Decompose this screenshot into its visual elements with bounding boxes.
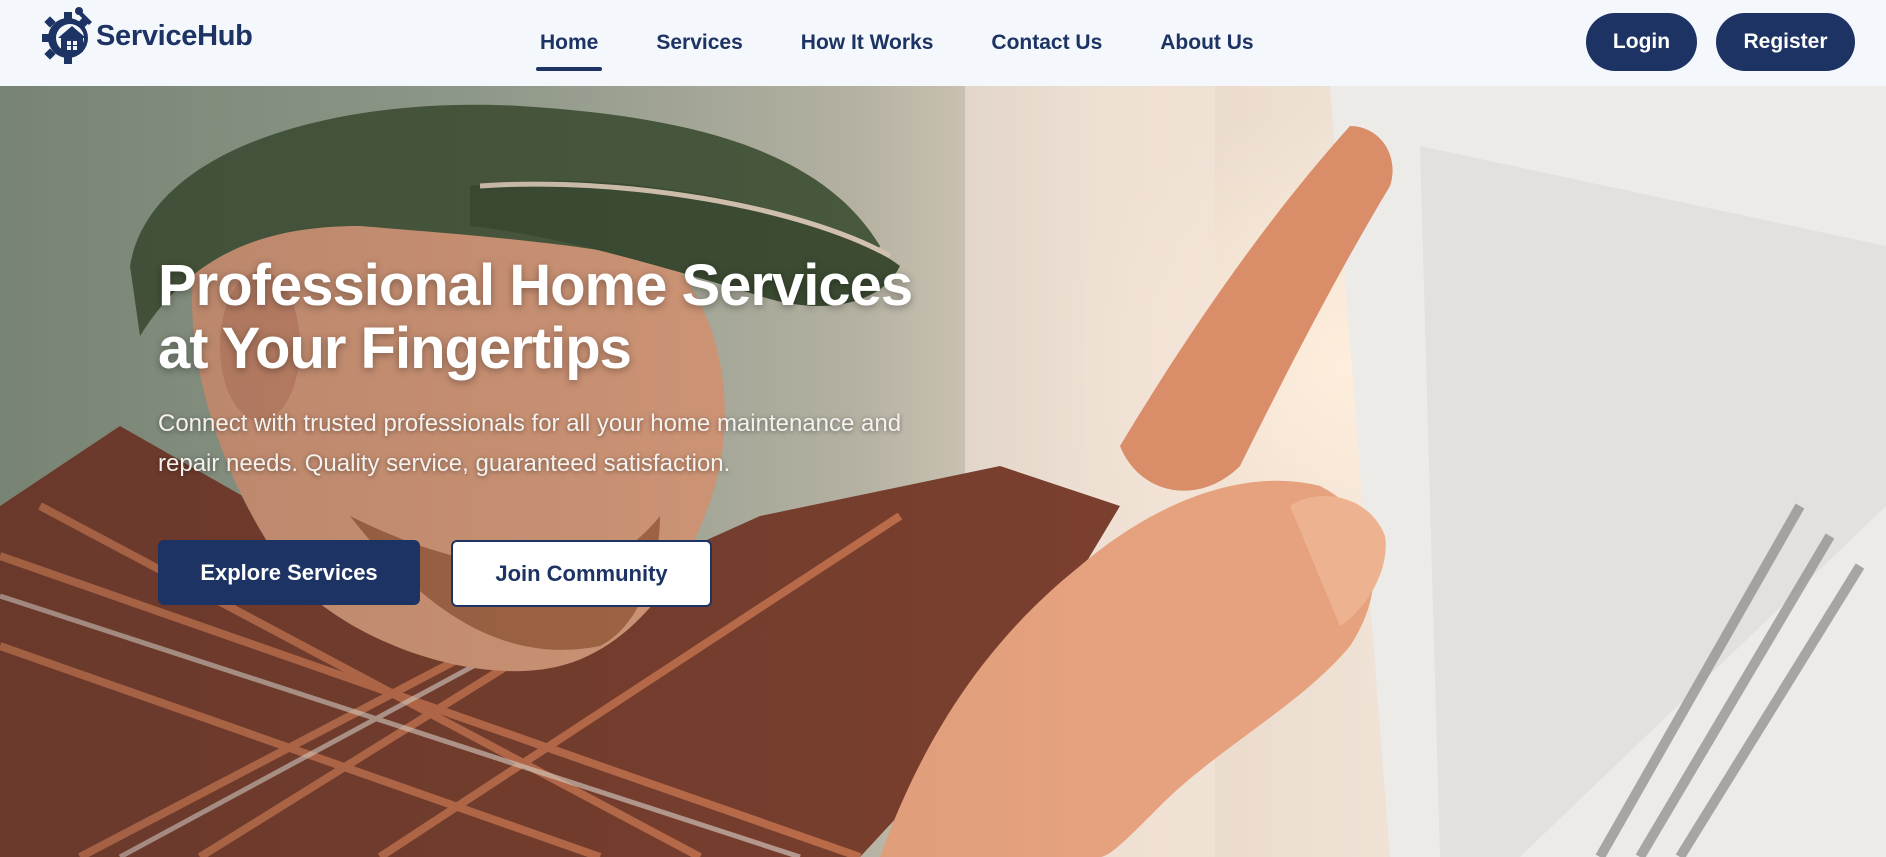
explore-services-button[interactable]: Explore Services	[158, 540, 420, 605]
brand-name: ServiceHub	[96, 19, 253, 52]
hero-subtitle-line2: repair needs. Quality service, guarantee…	[158, 450, 731, 477]
main-nav: Home Services How It Works Contact Us Ab…	[535, 0, 1312, 86]
brand-logo[interactable]: ServiceHub	[40, 6, 253, 66]
hero-subtitle: Connect with trusted professionals for a…	[158, 404, 1038, 484]
hero-section: Professional Home Services at Your Finge…	[0, 86, 1886, 857]
gear-house-icon	[42, 7, 92, 64]
hero-subtitle-line1: Connect with trusted professionals for a…	[158, 410, 902, 437]
hero-title: Professional Home Services at Your Finge…	[158, 254, 1058, 380]
nav-item-home[interactable]: Home	[535, 25, 603, 71]
join-community-button[interactable]: Join Community	[451, 540, 712, 607]
site-header: ServiceHub Home Services How It Works Co…	[0, 0, 1886, 86]
nav-item-services[interactable]: Services	[656, 25, 742, 61]
hero-title-line1: Professional Home Services	[158, 253, 913, 318]
nav-item-how-it-works[interactable]: How It Works	[801, 25, 934, 61]
nav-item-about-us[interactable]: About Us	[1160, 25, 1253, 61]
register-button[interactable]: Register	[1716, 13, 1855, 71]
hero-title-line2: at Your Fingertips	[158, 316, 632, 381]
login-button[interactable]: Login	[1586, 13, 1697, 71]
nav-item-contact-us[interactable]: Contact Us	[991, 25, 1102, 61]
